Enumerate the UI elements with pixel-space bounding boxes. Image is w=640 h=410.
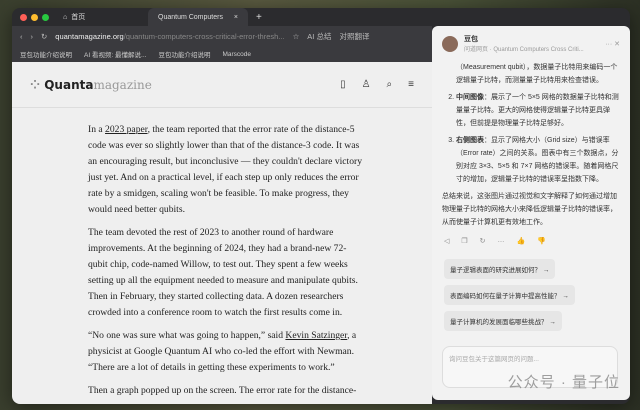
- tab-label: 首页: [71, 12, 85, 22]
- logo-bold: Quanta: [44, 78, 93, 92]
- quanta-logo[interactable]: ⁘ Quantamagazine: [30, 78, 152, 92]
- url-field[interactable]: quantamagazine.org/quantum-computers-cro…: [55, 32, 284, 41]
- more-icon[interactable]: ··· ✕: [605, 40, 620, 48]
- new-tab-button[interactable]: +: [256, 12, 262, 23]
- site-header: ⁘ Quantamagazine ▯ ♙ ⌕ ≡: [12, 62, 432, 108]
- search-icon[interactable]: ⌕: [387, 79, 393, 90]
- bookmarks-bar: 豆包功能介绍说明 AI 看视频: 最懂解说... 豆包功能介绍说明 Marsco…: [12, 46, 432, 62]
- item-title: 右侧图表: [456, 137, 484, 144]
- item-title: 中间图像: [456, 94, 484, 101]
- tab-home[interactable]: ⌂ 首页: [53, 8, 148, 26]
- url-path: /quantum-computers-cross-critical-error-…: [124, 32, 285, 41]
- watermark: 公众号 · 量子位: [508, 371, 620, 392]
- speaker-icon[interactable]: ◁: [444, 237, 449, 245]
- article-body: In a 2023 paper, the team reported that …: [12, 108, 366, 399]
- user-icon[interactable]: ♙: [362, 79, 371, 90]
- forward-icon[interactable]: ›: [31, 32, 34, 41]
- paragraph: The team devoted the rest of 2023 to ano…: [88, 225, 366, 321]
- logo-icon: ⁘: [30, 78, 44, 92]
- home-icon: ⌂: [63, 14, 67, 21]
- address-bar[interactable]: ‹ › ↻ quantamagazine.org/quantum-computers…: [12, 26, 432, 46]
- bookmark[interactable]: 豆包功能介绍说明: [158, 49, 210, 59]
- response-text: （Measurement qubit），数据量子比特用来编码一个逻辑量子比特，而…: [442, 61, 620, 87]
- thumbs-up-icon[interactable]: 👍: [517, 237, 526, 245]
- text: , the team reported that the error rate …: [88, 124, 362, 215]
- bookmark-icon[interactable]: ▯: [340, 79, 346, 90]
- tab-label: Quantum Computers: [158, 14, 223, 21]
- satzinger-link[interactable]: Kevin Satzinger: [285, 330, 347, 341]
- chat-response: （Measurement qubit），数据量子比特用来编码一个逻辑量子比特，而…: [432, 61, 630, 229]
- text: In a: [88, 124, 105, 135]
- copy-icon[interactable]: ❐: [461, 237, 467, 245]
- regenerate-icon[interactable]: ↻: [480, 237, 486, 245]
- more-icon[interactable]: …: [498, 237, 505, 245]
- bookmark[interactable]: 豆包功能介绍说明: [20, 49, 72, 59]
- logo-light: magazine: [93, 78, 151, 92]
- star-icon[interactable]: ☆: [293, 32, 300, 41]
- minimize-button[interactable]: [31, 14, 38, 21]
- assistant-name: 豆包: [464, 36, 478, 43]
- suggestion-chip[interactable]: 表面编码如何在量子计算中提高性能？ →: [444, 285, 575, 305]
- text: “No one was sure what was going to happe…: [88, 330, 285, 341]
- suggestion-chip[interactable]: 量子计算机的发展面临哪些挑战？ →: [444, 311, 562, 331]
- browser-window: ⌂ 首页 Quantum Computers × + ‹ › ↻ quantamagaz…: [12, 8, 630, 404]
- paragraph: In a 2023 paper, the team reported that …: [88, 122, 366, 218]
- suggestion-chip[interactable]: 量子逻辑表面的研究进展如何？ →: [444, 259, 555, 279]
- menu-icon[interactable]: ≡: [408, 79, 414, 90]
- back-icon[interactable]: ‹: [20, 32, 23, 41]
- close-tab-icon[interactable]: ×: [234, 14, 238, 21]
- input-placeholder: 询问豆包关于这篇网页的问题...: [449, 356, 539, 363]
- tab-quantum[interactable]: Quantum Computers ×: [148, 8, 248, 26]
- thumbs-down-icon[interactable]: 👎: [537, 237, 546, 245]
- bookmark[interactable]: AI 看视频: 最懂解说...: [84, 49, 146, 59]
- close-window-button[interactable]: [20, 14, 27, 21]
- avatar: [442, 36, 458, 52]
- panel-subtitle: 问道网页 · Quantum Computers Cross Criti...: [464, 44, 584, 53]
- web-page: ⁘ Quantamagazine ▯ ♙ ⌕ ≡ In a 2023 paper, t…: [12, 62, 432, 404]
- paragraph: Then a graph popped up on the screen. Th…: [88, 383, 366, 399]
- reload-icon[interactable]: ↻: [41, 32, 47, 41]
- maximize-button[interactable]: [42, 14, 49, 21]
- paragraph: “No one was sure what was going to happe…: [88, 328, 366, 376]
- paper-link[interactable]: 2023 paper: [105, 124, 148, 135]
- ai-side-panel: 豆包问道网页 · Quantum Computers Cross Criti..…: [432, 26, 630, 400]
- translate-button[interactable]: 对照翻译: [339, 31, 369, 42]
- ai-summary-button[interactable]: AI 总结: [307, 31, 331, 42]
- tab-bar: ⌂ 首页 Quantum Computers × +: [12, 8, 630, 26]
- bookmark[interactable]: Marscode: [222, 51, 251, 58]
- url-domain: quantamagazine.org: [55, 32, 123, 41]
- summary-text: 总结来说，这张图片通过视觉和文字解释了如何通过增加物理量子比特的网格大小来降低逻…: [442, 190, 620, 229]
